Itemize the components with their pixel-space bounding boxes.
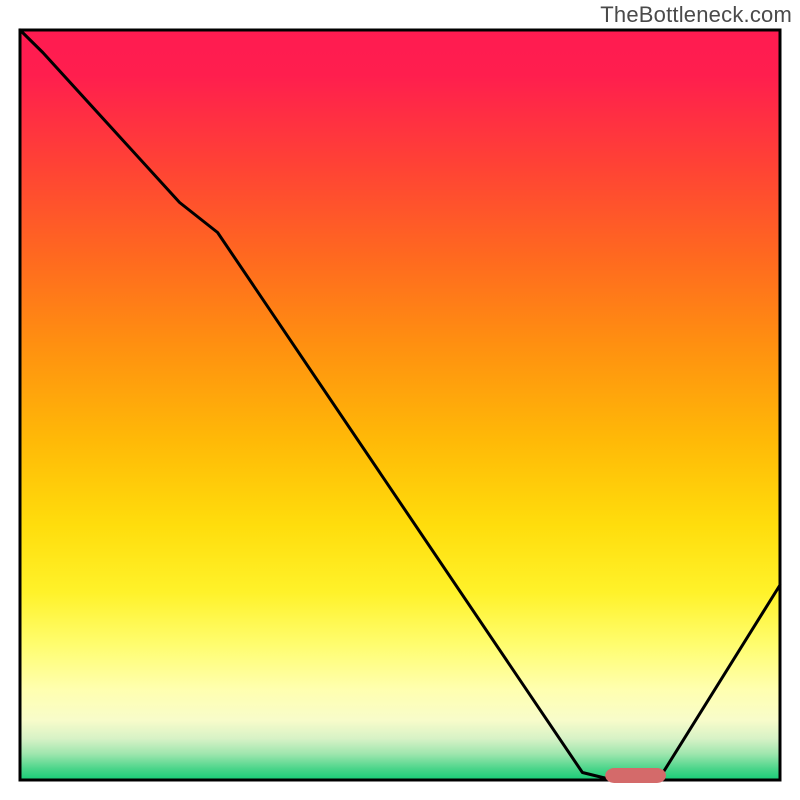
chart-canvas: TheBottleneck.com [0, 0, 800, 800]
plot-background [20, 30, 780, 780]
optimal-range-marker [605, 768, 666, 783]
chart-svg [0, 0, 800, 800]
